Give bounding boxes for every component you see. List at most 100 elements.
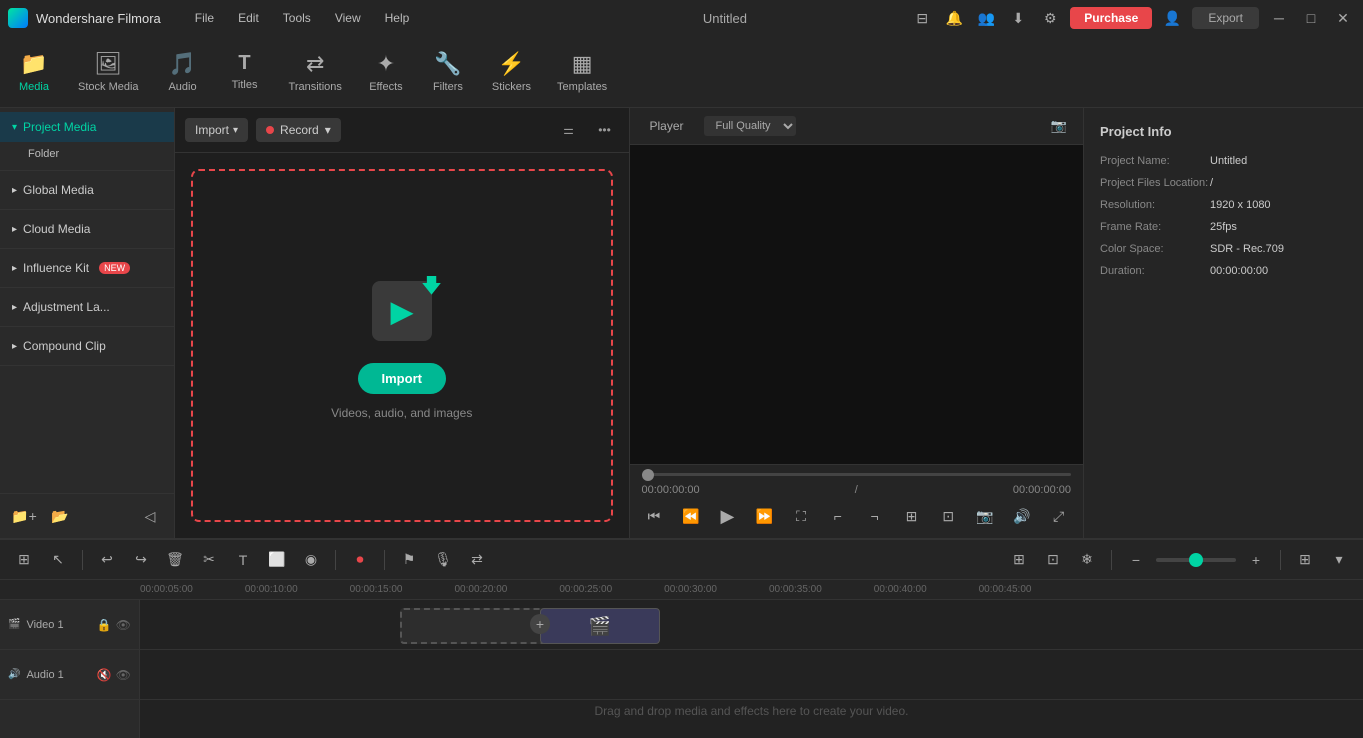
pip-icon[interactable]: ⊡ [936,502,961,530]
motion-icon[interactable]: ◉ [297,546,325,574]
select-tool-icon[interactable]: ↖ [44,546,72,574]
toolbar-transitions[interactable]: ⇄ Transitions [277,45,354,99]
project-media-section: ▾ Project Media Folder [0,108,174,171]
auto-sync-icon[interactable]: ⇄ [463,546,491,574]
split-icon[interactable]: ✂ [195,546,223,574]
account-icon[interactable]: 👤 [1160,6,1184,30]
menu-view[interactable]: View [325,7,371,29]
add-track-button[interactable]: + [530,614,550,634]
menu-edit[interactable]: Edit [228,7,269,29]
undo-icon[interactable]: ↩ [93,546,121,574]
step-forward-icon[interactable]: ⏩ [752,502,777,530]
sidebar-item-compound-clip[interactable]: ▸ Compound Clip [0,331,174,361]
project-name-row: Project Name: Untitled [1100,155,1347,167]
volume-icon[interactable]: 🔊 [1009,502,1034,530]
player-screenshot-icon[interactable]: 📷 [1047,114,1071,138]
grid-view-icon[interactable]: ⊞ [1291,546,1319,574]
sidebar-item-global-media[interactable]: ▸ Global Media [0,175,174,205]
fullscreen-icon[interactable]: ⛶ [789,502,814,530]
toolbar-media[interactable]: 📁 Media [4,45,64,99]
chevron-icon-5: ▸ [12,302,17,313]
win-close-button[interactable]: ✕ [1331,6,1355,30]
filter-media-icon[interactable]: ⚌ [555,116,583,144]
zoom-out-icon[interactable]: − [1122,546,1150,574]
quality-select[interactable]: Full Quality 1/2 Quality 1/4 Quality [704,116,796,136]
color-space-label: Color Space: [1100,243,1210,255]
marker-icon[interactable]: ⚑ [395,546,423,574]
skip-back-icon[interactable]: ⏮ [641,502,666,530]
toolbar-effects[interactable]: ✦ Effects [356,45,416,99]
hide-track-icon[interactable]: 👁 [116,618,131,632]
minimize-icon[interactable]: ⊟ [910,6,934,30]
record-button[interactable]: Record ▾ [256,118,341,142]
toolbar-titles[interactable]: T Titles [215,46,275,97]
in-point-icon[interactable]: ⌐ [825,502,850,530]
ruler-mark-7: 00:00:35:00 [769,584,822,595]
effects-label: Effects [369,81,402,93]
apps-icon[interactable]: ⚙ [1038,6,1062,30]
ruler-mark-4: 00:00:20:00 [454,584,507,595]
pip-timeline-icon[interactable]: ⊡ [1039,546,1067,574]
toolbar-stock-media[interactable]: 🖼 Stock Media [66,45,151,99]
menu-help[interactable]: Help [375,7,420,29]
lock-track-icon[interactable]: 🔒 [97,618,112,632]
voiceover-icon[interactable]: 🎙 [429,546,457,574]
audio-track-row[interactable] [140,650,1363,700]
player-tab[interactable]: Player [642,115,692,137]
sidebar-item-cloud-media[interactable]: ▸ Cloud Media [0,214,174,244]
smart-folder-icon[interactable]: 📂 [46,502,74,530]
sidebar-item-influence-kit[interactable]: ▸ Influence Kit NEW [0,253,174,283]
new-folder-icon[interactable]: 📁+ [10,502,38,530]
scene-detect-icon[interactable]: ⊞ [10,546,38,574]
filters-icon: 🔧 [434,51,461,77]
win-maximize-button[interactable]: □ [1299,6,1323,30]
win-minimize-button[interactable]: ─ [1267,6,1291,30]
progress-thumb[interactable] [642,469,654,481]
menu-file[interactable]: File [185,7,224,29]
zoom-in-icon[interactable]: + [1242,546,1270,574]
video-clip[interactable]: 🎬 [540,608,660,644]
delete-icon[interactable]: 🗑 [161,546,189,574]
more-options-icon[interactable]: ••• [591,116,619,144]
import-button[interactable]: Import ▾ [185,118,248,142]
toolbar-filters[interactable]: 🔧 Filters [418,45,478,99]
sidebar-item-folder[interactable]: Folder [0,142,174,166]
toolbar-audio[interactable]: 🎵 Audio [153,45,213,99]
sidebar-item-project-media[interactable]: ▾ Project Media [0,112,174,142]
zoom-track[interactable] [1156,558,1236,562]
out-point-icon[interactable]: ¬ [862,502,887,530]
crop-icon[interactable]: ⬜ [263,546,291,574]
export-button[interactable]: Export [1192,7,1259,29]
freeze-icon[interactable]: ❄ [1073,546,1101,574]
clip-settings-icon[interactable]: ⊞ [899,502,924,530]
redo-icon[interactable]: ↪ [127,546,155,574]
group-icon[interactable]: ⊞ [1005,546,1033,574]
import-big-button[interactable]: Import [358,363,446,394]
step-back-icon[interactable]: ⏪ [678,502,703,530]
download-icon[interactable]: ⬇ [1006,6,1030,30]
community-icon[interactable]: 👥 [974,6,998,30]
purchase-button[interactable]: Purchase [1070,7,1152,29]
play-button[interactable]: ▶ [715,502,740,530]
sidebar-item-adjustment[interactable]: ▸ Adjustment La... [0,292,174,322]
text-icon[interactable]: T [229,546,257,574]
record-timeline-icon[interactable]: ⏺ [346,546,374,574]
notification-icon[interactable]: 🔔 [942,6,966,30]
mute-track-icon[interactable]: 🔇 [97,668,112,682]
toolbar-stickers[interactable]: ⚡ Stickers [480,45,543,99]
snapshot-icon[interactable]: 📷 [973,502,998,530]
video-track-row[interactable]: 🎬 + [140,600,1363,650]
toolbar-templates[interactable]: ▦ Templates [545,45,619,99]
new-badge: NEW [99,262,130,274]
media-drop-zone[interactable]: ▶ 🡇 Import Videos, audio, and images [191,169,613,522]
more-timeline-icon[interactable]: ▾ [1325,546,1353,574]
hide-audio-track-icon[interactable]: 👁 [116,668,131,682]
progress-track[interactable] [642,473,1072,476]
menu-tools[interactable]: Tools [273,7,321,29]
sidebar-label-project-media: Project Media [23,120,96,134]
chevron-icon-3: ▸ [12,224,17,235]
project-name-value: Untitled [1210,155,1247,167]
collapse-panel-icon[interactable]: ◁ [136,502,164,530]
zoom-thumb[interactable] [1189,553,1203,567]
more-controls-icon[interactable]: ⤢ [1046,502,1071,530]
